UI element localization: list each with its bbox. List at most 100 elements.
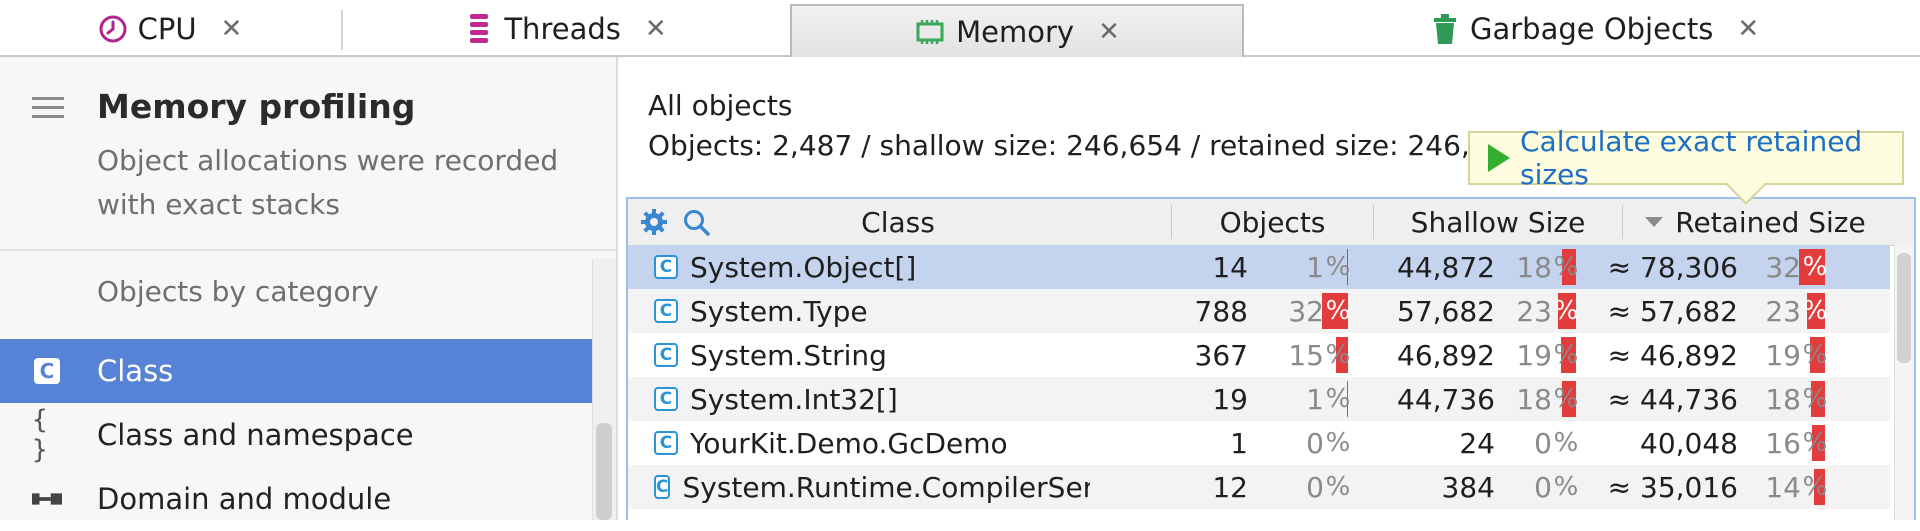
shallow-size-value: 44,872 bbox=[1397, 250, 1495, 284]
sidebar-title: Memory profiling bbox=[97, 87, 416, 126]
memory-chip-icon bbox=[916, 19, 944, 44]
percent-sign: % bbox=[1802, 428, 1828, 458]
percent-sign: % bbox=[1325, 252, 1351, 282]
table-header: Class Objects Shallow Size Retained Size bbox=[628, 199, 1914, 246]
settings-gear-icon[interactable] bbox=[640, 199, 670, 245]
shallow-size-value: 24 bbox=[1459, 426, 1495, 460]
close-icon[interactable]: ✕ bbox=[1737, 14, 1759, 44]
objects-percent: 1 bbox=[1306, 382, 1324, 416]
search-icon[interactable] bbox=[682, 199, 712, 245]
shallow-size-value: 57,682 bbox=[1397, 294, 1495, 328]
sidebar-description: Object allocations were recorded with ex… bbox=[97, 144, 559, 221]
shallow-percent: 18 bbox=[1516, 250, 1552, 284]
percent-sign: % bbox=[1325, 384, 1351, 414]
objects-value: 367 bbox=[1194, 338, 1248, 372]
trash-icon bbox=[1434, 13, 1456, 44]
retained-size-value: ≈ 57,682 bbox=[1607, 294, 1738, 328]
percent-sign: % bbox=[1802, 296, 1828, 326]
retained-size-value: ≈ 46,892 bbox=[1607, 338, 1738, 372]
percent-sign: % bbox=[1802, 252, 1828, 282]
percent-sign: % bbox=[1325, 472, 1351, 502]
sidebar-item-class[interactable]: C Class bbox=[0, 339, 592, 403]
class-name: System.String bbox=[690, 338, 887, 372]
class-name: System.Int32[] bbox=[690, 382, 898, 416]
table-row[interactable]: C YourKit.Demo.GcDemo 1 0% 24 0% 40,048 16% bbox=[628, 421, 1890, 465]
column-label: Retained Size bbox=[1675, 205, 1866, 239]
objects-percent: 0 bbox=[1306, 426, 1324, 460]
shallow-percent: 18 bbox=[1516, 382, 1552, 416]
shallow-size-value: 44,736 bbox=[1397, 382, 1495, 416]
objects-value: 12 bbox=[1212, 470, 1248, 504]
class-c-icon: C bbox=[654, 387, 678, 411]
table-row[interactable]: C System.String 367 15% 46,892 19% ≈ 46,892 19% bbox=[628, 333, 1890, 377]
column-shallow-size[interactable]: Shallow Size bbox=[1374, 199, 1622, 245]
objects-value: 788 bbox=[1194, 294, 1248, 328]
objects-table: Class Objects Shallow Size Retained Size… bbox=[626, 197, 1916, 520]
objects-value: 19 bbox=[1212, 382, 1248, 416]
shallow-size-value: 46,892 bbox=[1397, 338, 1495, 372]
retained-size-value: ≈ 35,016 bbox=[1607, 470, 1738, 504]
percent-sign: % bbox=[1802, 384, 1828, 414]
table-scroll-thumb[interactable] bbox=[1897, 253, 1911, 363]
tab-memory[interactable]: Memory ✕ bbox=[790, 4, 1244, 57]
shallow-percent: 19 bbox=[1516, 338, 1552, 372]
hamburger-menu-icon[interactable] bbox=[32, 97, 64, 119]
class-cell: C System.Runtime.CompilerServices.G bbox=[654, 465, 1090, 509]
close-icon[interactable]: ✕ bbox=[221, 14, 243, 44]
percent-sign: % bbox=[1325, 340, 1351, 370]
tab-garbage-objects[interactable]: Garbage Objects ✕ bbox=[1246, 0, 1920, 57]
class-name: System.Type bbox=[690, 294, 868, 328]
objects-percent: 32 bbox=[1288, 294, 1324, 328]
class-name: YourKit.Demo.GcDemo bbox=[690, 426, 1008, 460]
module-icon bbox=[32, 484, 62, 514]
retained-percent: 23 bbox=[1765, 294, 1801, 328]
class-name: System.Object[] bbox=[690, 250, 917, 284]
retained-percent: 16 bbox=[1765, 426, 1801, 460]
column-retained-size[interactable]: Retained Size bbox=[1623, 199, 1888, 245]
braces-icon: { } bbox=[32, 405, 48, 465]
percent-sign: % bbox=[1325, 428, 1351, 458]
class-c-icon: C bbox=[654, 431, 678, 455]
threads-icon bbox=[470, 13, 489, 43]
retained-percent: 18 bbox=[1765, 382, 1801, 416]
column-class[interactable]: Class bbox=[728, 199, 1068, 245]
play-icon bbox=[1488, 144, 1510, 172]
tooltip-link[interactable]: Calculate exact retained sizes bbox=[1520, 125, 1902, 191]
class-cell: C YourKit.Demo.GcDemo bbox=[654, 421, 1090, 465]
section-label: Objects by category bbox=[97, 275, 379, 308]
table-row[interactable]: C System.Type 788 32% 57,682 23% ≈ 57,682 23% bbox=[628, 289, 1890, 333]
sidebar-item-class-and-namespace[interactable]: { } Class and namespace bbox=[0, 403, 592, 467]
sidebar-item-domain-and-module[interactable]: Domain and module bbox=[0, 467, 592, 531]
class-c-icon: C bbox=[654, 255, 678, 279]
calculate-retained-sizes-tooltip[interactable]: Calculate exact retained sizes bbox=[1468, 125, 1904, 205]
page-title: All objects bbox=[648, 89, 793, 122]
table-row[interactable]: C System.Object[] 14 1% 44,872 18% ≈ 78,306 32% bbox=[628, 245, 1890, 289]
sort-descending-icon bbox=[1645, 217, 1664, 227]
class-cell: C System.Type bbox=[654, 289, 1090, 333]
summary-text: Objects: 2,487 / shallow size: 246,654 /… bbox=[648, 129, 1524, 162]
tab-label: Memory bbox=[956, 14, 1075, 49]
tab-label: CPU bbox=[137, 11, 197, 46]
percent-sign: % bbox=[1802, 472, 1828, 502]
tab-cpu[interactable]: CPU ✕ bbox=[0, 0, 340, 57]
shallow-percent: 0 bbox=[1534, 426, 1552, 460]
tab-label: Threads bbox=[504, 11, 621, 46]
close-icon[interactable]: ✕ bbox=[1098, 17, 1120, 47]
objects-percent: 1 bbox=[1306, 250, 1324, 284]
percent-sign: % bbox=[1802, 340, 1828, 370]
column-objects[interactable]: Objects bbox=[1172, 199, 1373, 245]
close-icon[interactable]: ✕ bbox=[645, 14, 667, 44]
table-row[interactable]: C System.Int32[] 19 1% 44,736 18% ≈ 44,736 18% bbox=[628, 377, 1890, 421]
table-row[interactable]: C System.Runtime.CompilerServices.G 12 0% 38… bbox=[628, 465, 1890, 509]
retained-size-value: ≈ 44,736 bbox=[1607, 382, 1738, 416]
shallow-percent: 23 bbox=[1516, 294, 1552, 328]
class-cell: C System.String bbox=[654, 333, 1090, 377]
class-c-icon: C bbox=[654, 343, 678, 367]
objects-percent: 15 bbox=[1288, 338, 1324, 372]
retained-percent: 19 bbox=[1765, 338, 1801, 372]
sidebar-scroll-thumb[interactable] bbox=[596, 423, 612, 520]
class-c-icon: C bbox=[654, 475, 671, 499]
sidebar-item-label: Domain and module bbox=[97, 482, 392, 516]
tab-threads[interactable]: Threads ✕ bbox=[343, 0, 788, 57]
objects-value: 14 bbox=[1212, 250, 1248, 284]
